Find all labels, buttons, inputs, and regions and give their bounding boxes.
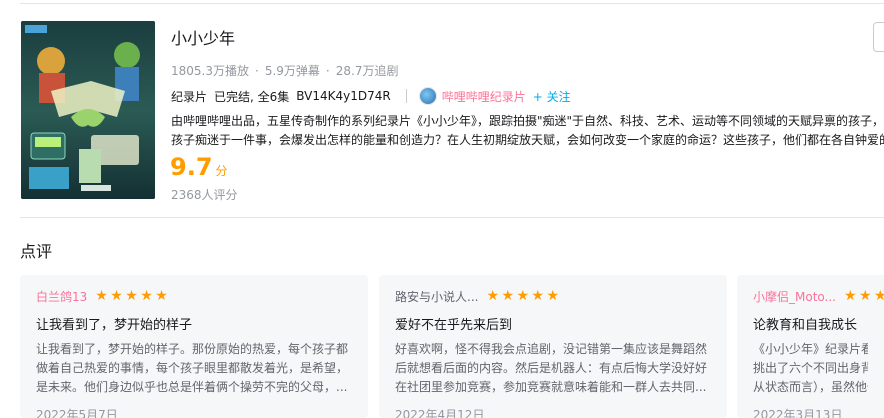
description-line: 孩子痴迷于一件事，会爆发出怎样的能量和创造力？在人生初期绽放天赋，会如何改变一个… — [171, 133, 884, 147]
review-rating: ★★★★★ — [844, 289, 884, 303]
review-user[interactable]: 小摩侣_Moto... — [753, 288, 836, 305]
review-line: 是未来。他们身边似乎也总是伴着俩个操劳不完的父母，... — [36, 380, 348, 394]
review-title: 论教育和自我成长 — [753, 318, 858, 333]
dot-separator: · — [255, 64, 259, 78]
score-value: 9.7 — [170, 153, 213, 181]
star-icon: ★ — [858, 288, 872, 304]
star-icon: ★ — [110, 288, 123, 304]
bvid-label: BV14K4y1D74R — [296, 89, 391, 103]
review-rating: ★★★★★ — [95, 289, 170, 303]
review-line: 好喜欢啊，怪不得我会点追剧，没记错第一集应该是舞蹈然 — [395, 342, 708, 356]
play-count: 1805.3万播放 — [171, 64, 249, 78]
uploader-name[interactable]: 哔哩哔哩纪录片 — [442, 88, 526, 105]
review-rating: ★★★★★ — [486, 289, 561, 303]
review-card[interactable]: 路安与小说人... ★ ★ ★ ★ ★ 爱好不在乎先来后到 好喜欢啊，怪不得我会点追剧，… — [379, 275, 727, 418]
star-icon: ★ — [843, 288, 857, 304]
review-line: 做着自己热爱的事情，每个孩子眼里都散发着光，是希望， — [36, 361, 349, 375]
section-divider — [20, 217, 884, 218]
star-icon: ★ — [486, 288, 500, 304]
show-stats: 1805.3万播放 · 5.9万弹幕 · 28.7万追剧 — [171, 62, 398, 79]
review-line: 挑出了六个不同出身背景 — [753, 361, 868, 375]
star-icon: ★ — [531, 288, 545, 304]
category-label: 纪录片 — [171, 89, 208, 104]
follow-count: 28.7万追剧 — [335, 64, 399, 78]
review-line: 从状态而言），虽然他们 — [753, 380, 868, 394]
show-meta: 纪录片 已完结, 全6集 BV14K4y1D74R 哔哩哔哩纪录片 + 关注 — [171, 87, 578, 105]
review-body: 让我看到了，梦开始的样子。那份原始的热爱，每个孩子都 做着自己热爱的事情，每个孩… — [36, 340, 352, 397]
star-icon: ★ — [516, 288, 530, 304]
star-icon: ★ — [140, 288, 153, 304]
dot-separator: · — [325, 64, 330, 78]
review-date: 2022年5月7日 — [36, 408, 118, 418]
review-line: 让我看到了，梦开始的样子。那份原始的热爱，每个孩子都 — [36, 342, 349, 356]
review-card[interactable]: 小摩侣_Moto... ★★★★★ 论教育和自我成长 《小小少年》纪录片看完 挑… — [737, 275, 884, 418]
star-icon: ★ — [95, 288, 108, 304]
side-button[interactable] — [873, 22, 884, 52]
show-title[interactable]: 小小少年 — [171, 25, 235, 49]
danmaku-count: 5.9万弹幕 — [264, 64, 320, 78]
review-line: 在社团里参加竞赛，参加竞赛就意味着能和一群人去共同... — [395, 380, 707, 394]
review-user[interactable]: 白兰鸽13 — [36, 288, 87, 305]
review-date: 2022年3月13日 — [753, 408, 843, 418]
review-title: 让我看到了，梦开始的样子 — [36, 318, 193, 333]
show-description: 由哔哩哔哩出品，五星传奇制作的系列纪录片《小小少年》，跟踪拍摄"痴迷"于自然、科… — [171, 112, 884, 150]
meta-divider — [405, 89, 407, 103]
review-title: 爱好不在乎先来后到 — [395, 318, 513, 333]
score-unit: 分 — [215, 164, 228, 178]
review-line: 后就想看后面的内容。然后是机器人：有点后悔大学没好好 — [395, 361, 708, 375]
review-line: 《小小少年》纪录片看完 — [753, 342, 868, 356]
star-icon: ★ — [546, 288, 560, 304]
star-icon: ★ — [155, 288, 168, 304]
reviews-section-title: 点评 — [20, 242, 53, 261]
description-line: 由哔哩哔哩出品，五星传奇制作的系列纪录片《小小少年》，跟踪拍摄"痴迷"于自然、科… — [171, 114, 884, 128]
status-label: 已完结, 全6集 — [214, 89, 290, 104]
review-date: 2022年4月12日 — [395, 408, 485, 418]
uploader-avatar[interactable] — [418, 87, 437, 105]
follow-button[interactable]: + 关注 — [533, 88, 571, 105]
top-divider — [20, 3, 884, 4]
star-icon: ★ — [501, 288, 515, 304]
star-icon: ★ — [125, 288, 138, 304]
score: 9.7 分 — [170, 153, 228, 181]
review-user[interactable]: 路安与小说人... — [395, 288, 478, 305]
review-card[interactable]: 白兰鸽13 ★ ★ ★ ★ ★ 让我看到了，梦开始的样子 让我看到了，梦开始的样子。那份… — [20, 275, 368, 418]
rater-count: 2368人评分 — [171, 188, 238, 202]
star-icon: ★ — [873, 288, 884, 304]
review-body: 好喜欢啊，怪不得我会点追剧，没记错第一集应该是舞蹈然 后就想看后面的内容。然后是… — [395, 340, 711, 397]
poster-image[interactable] — [21, 21, 155, 199]
review-body: 《小小少年》纪录片看完 挑出了六个不同出身背景 从状态而言），虽然他们 — [753, 340, 868, 397]
